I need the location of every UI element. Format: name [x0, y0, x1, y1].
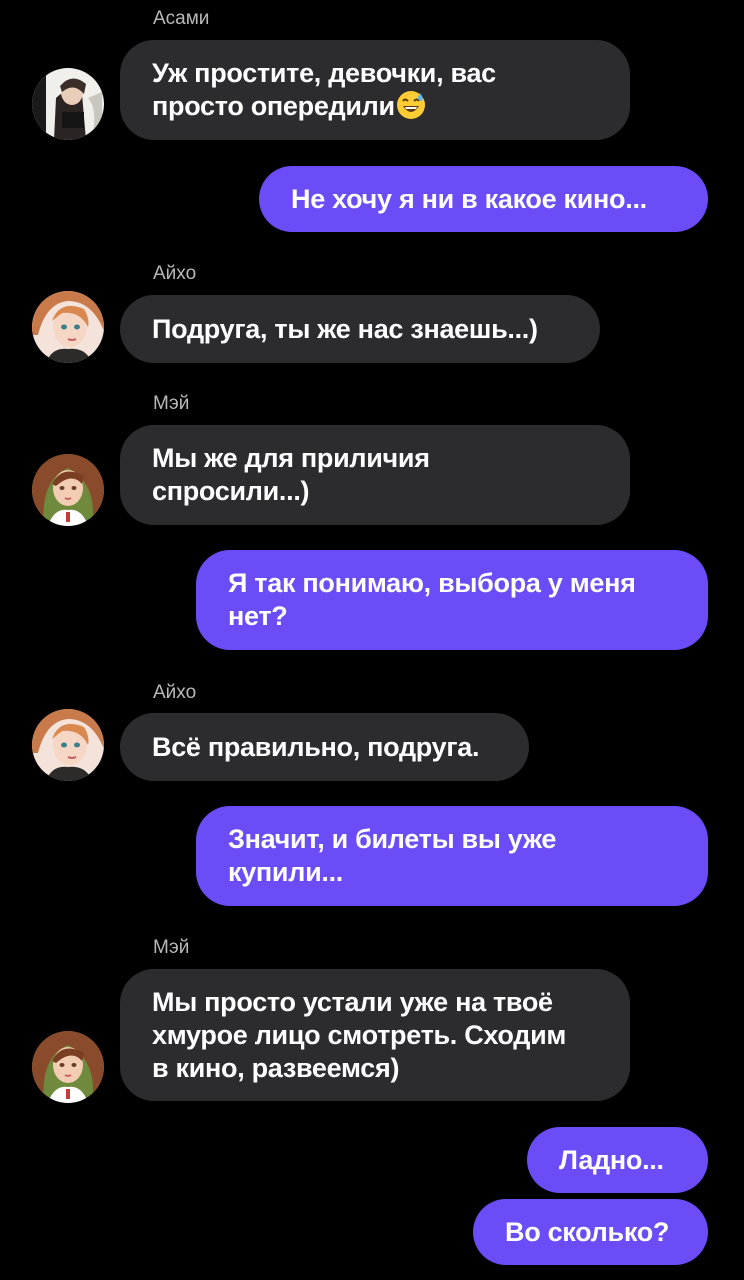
- message-text: Ладно...: [559, 1144, 664, 1175]
- outgoing-message-bubble[interactable]: Во сколько?: [473, 1199, 708, 1265]
- sender-name: Айхо: [153, 263, 197, 284]
- message-text: Всё правильно, подруга.: [152, 731, 480, 762]
- aiho-avatar-icon[interactable]: [32, 291, 104, 363]
- sender-name: Асами: [153, 8, 210, 29]
- message-text-line: Значит, и билеты вы уже: [228, 824, 557, 854]
- message-text: Подруга, ты же нас знаешь...): [152, 313, 538, 344]
- asami-avatar-icon[interactable]: [32, 68, 104, 140]
- message-text-line: Мы же для приличия: [152, 443, 430, 473]
- incoming-message-bubble[interactable]: Всё правильно, подруга.: [120, 713, 529, 781]
- message-text-line: просто опередили: [152, 91, 395, 121]
- message-text-line: спросили...): [152, 476, 310, 506]
- incoming-message-bubble[interactable]: Уж простите, девочки, вас просто опереди…: [120, 40, 630, 140]
- message-text-line: Уж простите, девочки, вас: [152, 58, 496, 88]
- message-text-line: Я так понимаю, выбора у меня: [228, 568, 636, 598]
- message-text-line: хмурое лицо смотреть. Сходим: [152, 1020, 567, 1050]
- outgoing-message-bubble[interactable]: Не хочу я ни в какое кино...: [259, 166, 708, 232]
- mei-avatar-icon[interactable]: [32, 1031, 104, 1103]
- sender-name: Мэй: [153, 937, 190, 958]
- incoming-message-bubble[interactable]: Подруга, ты же нас знаешь...): [120, 295, 600, 363]
- message-text-line: нет?: [228, 601, 288, 631]
- mei-avatar-icon[interactable]: [32, 454, 104, 526]
- incoming-message-bubble[interactable]: Мы же для приличия спросили...): [120, 425, 630, 525]
- sender-name: Айхо: [153, 682, 197, 703]
- message-text-line: Мы просто устали уже на твоё: [152, 987, 553, 1017]
- incoming-message-bubble[interactable]: Мы просто устали уже на твоё хмурое лицо…: [120, 969, 630, 1101]
- outgoing-message-bubble[interactable]: Ладно...: [527, 1127, 708, 1193]
- outgoing-message-bubble[interactable]: Я так понимаю, выбора у меня нет?: [196, 550, 708, 650]
- message-text: Не хочу я ни в какое кино...: [291, 183, 647, 214]
- message-text-line: в кино, развеемся): [152, 1053, 400, 1083]
- sweat-smile-emoji-icon: [396, 90, 426, 120]
- message-text: Во сколько?: [505, 1216, 670, 1247]
- aiho-avatar-icon[interactable]: [32, 709, 104, 781]
- sender-name: Мэй: [153, 393, 190, 414]
- message-text-line: купили...: [228, 857, 343, 887]
- outgoing-message-bubble[interactable]: Значит, и билеты вы уже купили...: [196, 806, 708, 906]
